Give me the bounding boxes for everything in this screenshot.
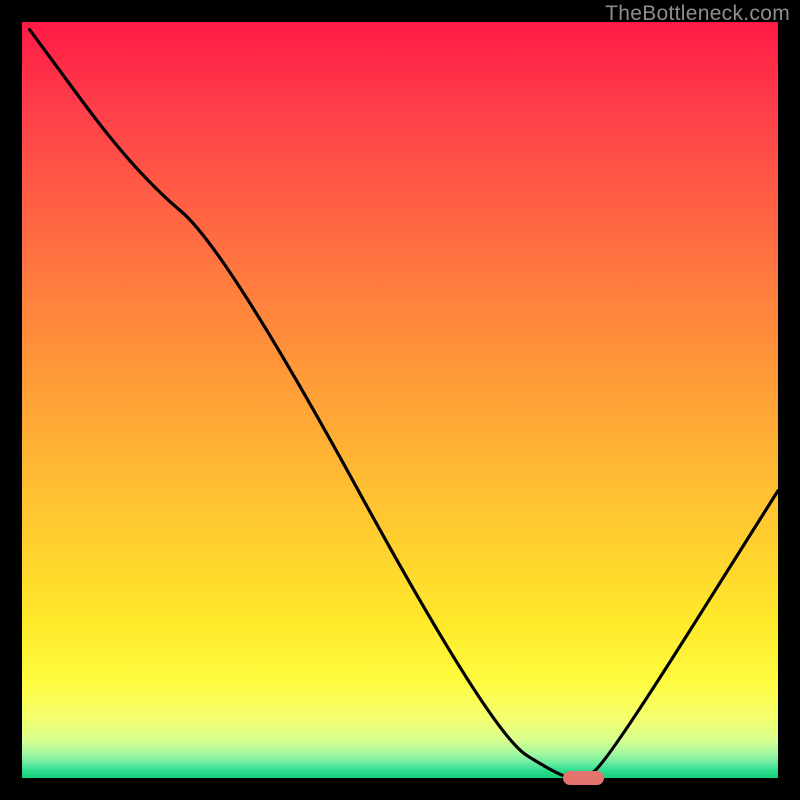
watermark-text: TheBottleneck.com: [605, 2, 790, 26]
bottleneck-curve: [22, 22, 778, 778]
chart-frame: TheBottleneck.com: [0, 0, 800, 800]
plot-area: [22, 22, 778, 778]
curve-path: [30, 30, 778, 778]
optimal-marker: [563, 771, 605, 785]
